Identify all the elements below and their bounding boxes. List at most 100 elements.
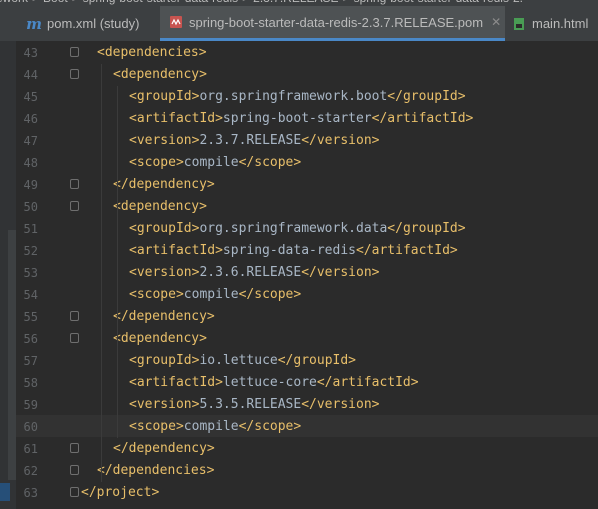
code-line[interactable]: 59 <version>5.3.5.RELEASE</version> bbox=[16, 394, 598, 416]
xml-tag: <dependencies> bbox=[97, 45, 207, 60]
xml-tag: </dependency> bbox=[113, 309, 215, 324]
xml-text: compile bbox=[183, 287, 239, 302]
line-number: 46 bbox=[23, 112, 38, 126]
code-text: <groupId>org.springframework.boot</group… bbox=[129, 86, 466, 108]
xml-tag: <artifactId> bbox=[129, 111, 223, 126]
code-line[interactable]: 57 <groupId>io.lettuce</groupId> bbox=[16, 350, 598, 372]
fold-marker-icon[interactable] bbox=[70, 201, 79, 211]
xml-tag: </dependency> bbox=[113, 177, 215, 192]
fold-marker-icon[interactable] bbox=[70, 311, 79, 321]
code-line[interactable]: 62 </dependencies> bbox=[16, 460, 598, 482]
code-text: <artifactId>spring-boot-starter</artifac… bbox=[129, 108, 473, 130]
code-line[interactable]: 52 <artifactId>spring-data-redis</artifac… bbox=[16, 240, 598, 262]
code-line[interactable]: 58 <artifactId>lettuce-core</artifactId> bbox=[16, 372, 598, 394]
xml-tag: <dependency> bbox=[113, 67, 207, 82]
xml-text: spring-boot-starter bbox=[222, 111, 372, 126]
xml-tag: </dependency> bbox=[113, 441, 215, 456]
fold-marker-icon[interactable] bbox=[70, 487, 79, 497]
code-line[interactable]: 56 <dependency> bbox=[16, 328, 598, 350]
indent-guide bbox=[101, 64, 102, 482]
code-line[interactable]: 53 <version>2.3.6.RELEASE</version> bbox=[16, 262, 598, 284]
breadcrumb-item[interactable]: spring-boot-starter-data-redis-2. bbox=[354, 0, 523, 5]
fold-marker-icon[interactable] bbox=[70, 69, 79, 79]
code-text: <scope>compile</scope> bbox=[129, 416, 301, 438]
code-line[interactable]: 60 <scope>compile</scope> bbox=[16, 416, 598, 438]
tab-spring-boot-starter-data-redis-pom[interactable]: spring-boot-starter-data-redis-2.3.7.REL… bbox=[160, 6, 505, 41]
code-line[interactable]: 47 <version>2.3.7.RELEASE</version> bbox=[16, 130, 598, 152]
xml-tag: </groupId> bbox=[387, 221, 466, 236]
code-line[interactable]: 54 <scope>compile</scope> bbox=[16, 284, 598, 306]
code-text: <artifactId>spring-data-redis</artifactI… bbox=[129, 240, 458, 262]
code-line[interactable]: 49 </dependency> bbox=[16, 174, 598, 196]
line-number: 43 bbox=[23, 46, 38, 60]
fold-marker-icon[interactable] bbox=[70, 333, 79, 343]
xml-tag: <version> bbox=[129, 265, 200, 280]
code-text: <version>2.3.6.RELEASE</version> bbox=[129, 262, 379, 284]
breadcrumb-separator: > bbox=[68, 0, 83, 5]
line-number: 47 bbox=[23, 134, 38, 148]
line-number: 49 bbox=[23, 178, 38, 192]
xml-tag: </version> bbox=[301, 397, 380, 412]
code-line[interactable]: 43 <dependencies> bbox=[16, 42, 598, 64]
code-text: </dependency> bbox=[113, 306, 215, 328]
line-number: 60 bbox=[23, 420, 38, 434]
breadcrumb-item[interactable]: ework bbox=[0, 0, 28, 5]
xml-tag: </scope> bbox=[238, 287, 302, 302]
xml-tag: </version> bbox=[301, 133, 380, 148]
breadcrumb-item[interactable]: Boot bbox=[43, 0, 68, 5]
code-text: <scope>compile</scope> bbox=[129, 152, 301, 174]
xml-tag: </artifactId> bbox=[355, 243, 458, 258]
code-line[interactable]: 63 </project> bbox=[16, 482, 598, 504]
code-line[interactable]: 61 </dependency> bbox=[16, 438, 598, 460]
code-text: <groupId>io.lettuce</groupId> bbox=[129, 350, 356, 372]
fold-marker-icon[interactable] bbox=[70, 179, 79, 189]
xml-text: 5.3.5.RELEASE bbox=[199, 397, 302, 412]
xml-text: compile bbox=[183, 419, 239, 434]
breadcrumb-separator: > bbox=[28, 0, 43, 5]
code-line[interactable]: 48 <scope>compile</scope> bbox=[16, 152, 598, 174]
xml-tag: <scope> bbox=[129, 419, 184, 434]
xml-text: compile bbox=[183, 155, 239, 170]
fold-marker-icon[interactable] bbox=[70, 47, 79, 57]
close-icon[interactable]: ✕ bbox=[491, 15, 501, 29]
xml-tag: </scope> bbox=[238, 155, 302, 170]
xml-text: lettuce-core bbox=[222, 375, 317, 390]
code-text: <scope>compile</scope> bbox=[129, 284, 301, 306]
xml-tag: <scope> bbox=[129, 155, 184, 170]
indent-guide bbox=[117, 86, 118, 438]
fold-marker-icon[interactable] bbox=[70, 465, 79, 475]
xml-tag: </project> bbox=[81, 485, 160, 500]
code-line[interactable]: 45 <groupId>org.springframework.boot</gro… bbox=[16, 86, 598, 108]
code-editor[interactable]: 43 <dependencies> 44 <dependency> 45 <groupId… bbox=[16, 41, 598, 509]
breadcrumb-item[interactable]: spring-boot-starter-data-redis bbox=[83, 0, 238, 5]
code-line[interactable]: 44 <dependency> bbox=[16, 64, 598, 86]
tab-pom-xml-study[interactable]: m pom.xml (study) bbox=[18, 6, 160, 41]
line-number: 58 bbox=[23, 376, 38, 390]
code-line[interactable]: 50 <dependency> bbox=[16, 196, 598, 218]
xml-tag: <dependency> bbox=[113, 331, 207, 346]
selection-marker bbox=[0, 483, 10, 501]
editor-tab-bar: m pom.xml (study) spring-boot-starter-da… bbox=[0, 6, 598, 42]
xml-tag: <artifactId> bbox=[129, 375, 223, 390]
xml-tag: </artifactId> bbox=[371, 111, 474, 126]
breadcrumb-item[interactable]: 2.3.7.RELEASE bbox=[253, 0, 338, 5]
xml-text: 2.3.7.RELEASE bbox=[199, 133, 302, 148]
xml-tag: <dependency> bbox=[113, 199, 207, 214]
code-line[interactable]: 46 <artifactId>spring-boot-starter</artif… bbox=[16, 108, 598, 130]
code-text: </dependency> bbox=[113, 438, 215, 460]
line-number: 55 bbox=[23, 310, 38, 324]
scroll-marker bbox=[8, 230, 16, 480]
breadcrumb-separator: > bbox=[238, 0, 253, 5]
tab-main-html[interactable]: main.html bbox=[505, 6, 598, 41]
code-text: <dependency> bbox=[113, 64, 207, 86]
tab-label: pom.xml (study) bbox=[47, 16, 140, 31]
code-line[interactable]: 55 </dependency> bbox=[16, 306, 598, 328]
line-number: 59 bbox=[23, 398, 38, 412]
breadcrumb-separator: > bbox=[339, 0, 354, 5]
xml-text: org.springframework.boot bbox=[199, 89, 388, 104]
xml-text: org.springframework.data bbox=[199, 221, 388, 236]
line-number: 48 bbox=[23, 156, 38, 170]
code-line[interactable]: 51 <groupId>org.springframework.data</gro… bbox=[16, 218, 598, 240]
fold-marker-icon[interactable] bbox=[70, 443, 79, 453]
line-number: 57 bbox=[23, 354, 38, 368]
